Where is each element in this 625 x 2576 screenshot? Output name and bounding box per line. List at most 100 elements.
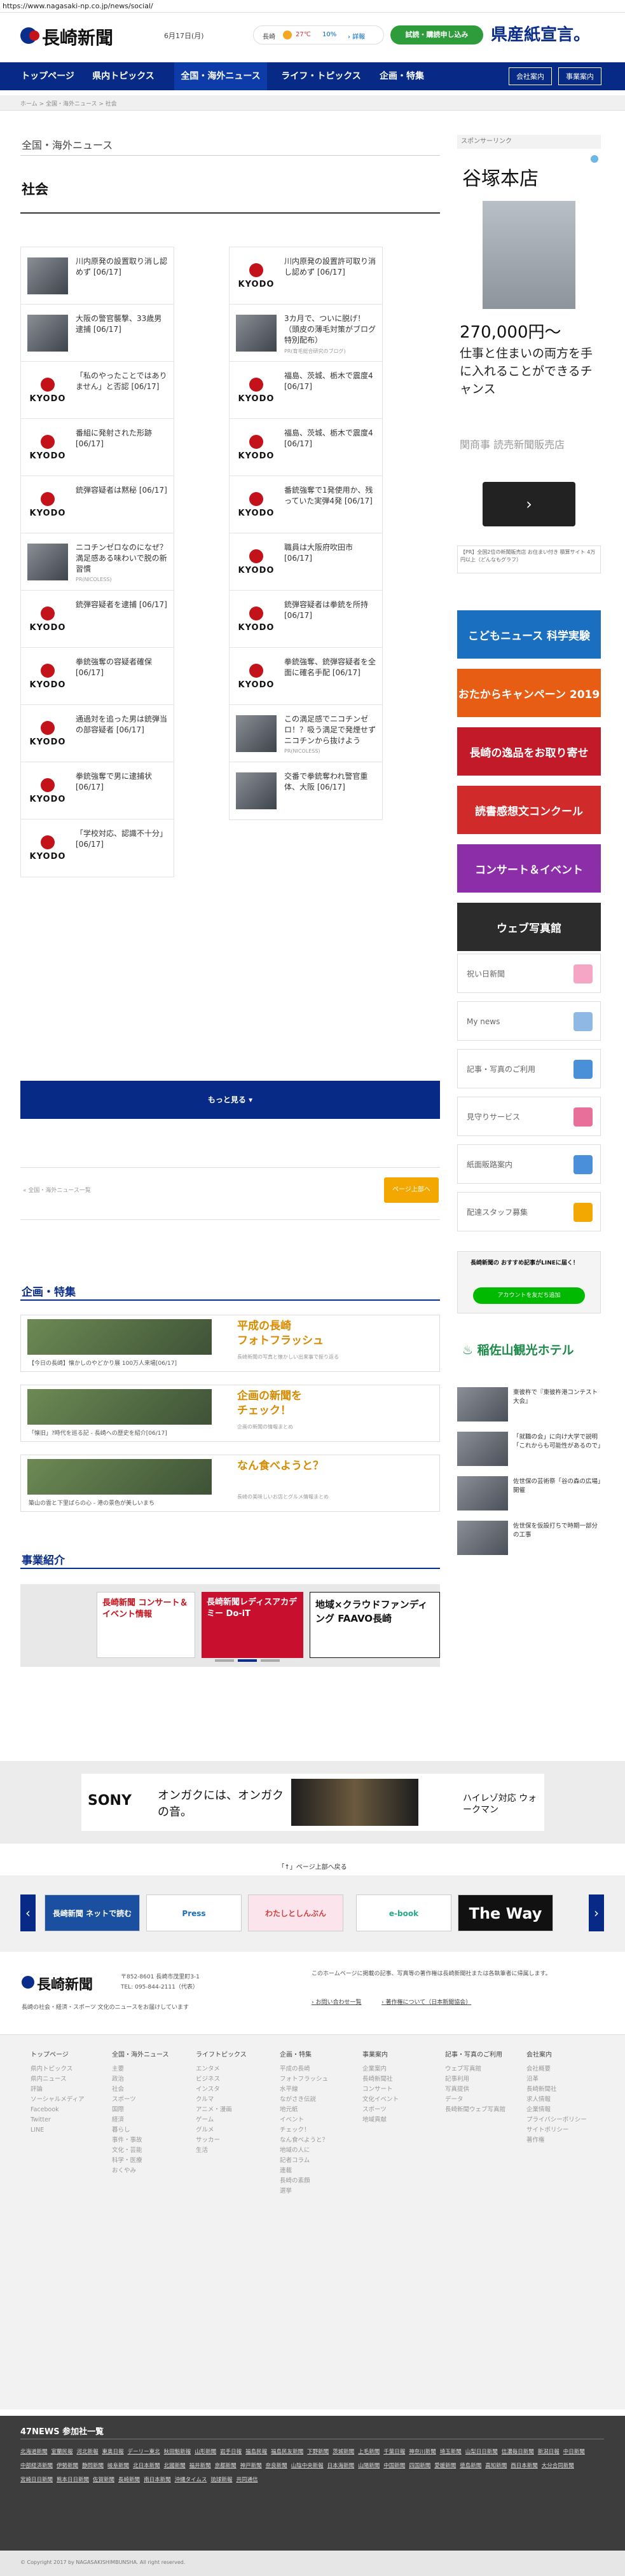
footer-link[interactable]: チェック！ [280,2125,359,2135]
press47-paper-link[interactable]: 岐阜新聞 [107,2459,129,2473]
footer-link[interactable]: 地域貢献 [362,2115,442,2125]
weather-widget[interactable]: 長崎 27℃ 10% › 詳報 [253,25,384,45]
carousel-dot-active[interactable] [238,1659,257,1662]
article-headline[interactable]: 拳銃強奪で男に逮捕状 [06/17] [76,771,168,793]
gnav-life-topics[interactable]: ライフ・トピックス [275,62,367,90]
footer-link[interactable]: コンサート [362,2085,442,2095]
article-card[interactable]: KYODO 銃弾容疑者は黙秘 [06/17] [20,476,174,534]
line-promo[interactable]: 長崎新聞の おすすめ記事がLINEに届く！ アカウントを友だち追加 [457,1251,601,1313]
line-add-friend-button[interactable]: アカウントを友だち追加 [473,1287,585,1304]
press47-paper-link[interactable]: 室蘭民報 [52,2445,73,2459]
gnav-national-news[interactable]: 全国・海外ニュース [174,62,267,90]
article-headline[interactable]: 番組に発射された形跡 [06/17] [76,428,168,449]
article-card[interactable]: KYODO 通過対を追った男は銃弾当の部容疑者 [06/17] [20,704,174,763]
sidebar-news-text[interactable]: 「就職の会」に向け大学で説明「これからも可能性があるので」 [513,1433,604,1451]
footer-column-heading[interactable]: 全国・海外ニュース [112,2050,191,2060]
business-carousel[interactable]: 長崎新聞 コンサート＆イベント情報 長崎新聞レディスアカデミー Do-iT 地域… [20,1584,440,1667]
article-card[interactable]: KYODO 番銃強奪で1発使用か、残っていた実弾4発 [06/17] [229,476,383,534]
feature-title[interactable]: なん食べようと？ [237,1459,324,1474]
footer-link[interactable]: ウェブ写真館 [445,2064,525,2074]
article-card[interactable]: KYODO 拳銃強奪、銃弾容疑者を全面に確名手配 [06/17] [229,647,383,706]
sidebar-news-text[interactable]: 東彼杵で『東彼杵港コンテスト大会』 [513,1388,601,1406]
sidebar-news-item[interactable]: 佐世保を仮設打ちで時期一部分の工事 [457,1519,601,1558]
footer-column-heading[interactable]: ライフトピックス [196,2050,275,2060]
footer-link[interactable]: スポーツ [112,2095,191,2105]
footer-link[interactable]: 著作権 [526,2135,606,2146]
press47-paper-link[interactable]: 西日本新聞 [511,2459,538,2473]
footer-link[interactable]: 地域の人に [280,2146,359,2156]
article-headline[interactable]: 福島、茨城、栃木で震度4 [06/17] [284,371,376,392]
press47-paper-link[interactable]: 沖縄タイムス [175,2473,207,2487]
press47-paper-link[interactable]: 上毛新聞 [358,2445,380,2459]
footer-link[interactable]: エンタメ [196,2064,275,2074]
sidebar-banner[interactable]: こどもニュース 科学実験 [457,610,601,659]
sidebar-banner[interactable]: コンサート＆イベント [457,844,601,893]
footer-column-heading[interactable]: 記事・写真のご利用 [445,2050,525,2060]
footer-link[interactable]: 事件・事故 [112,2135,191,2146]
article-card[interactable]: KYODO 銃弾容疑者を逮捕 [06/17] [20,590,174,648]
press47-paper-link[interactable]: 京都新聞 [215,2459,237,2473]
back-to-list-link[interactable]: « 全国・海外ニュース一覧 [23,1186,91,1194]
press47-paper-link[interactable]: 河北新報 [77,2445,99,2459]
footer-link[interactable]: クルマ [196,2095,275,2105]
press47-paper-link[interactable]: 中日新聞 [563,2445,585,2459]
footer-link[interactable]: おくやみ [112,2166,191,2176]
press47-paper-link[interactable]: デーリー東北 [128,2445,160,2459]
carousel-prev-button[interactable]: ‹ [20,1894,36,1931]
press47-paper-link[interactable]: 福井新聞 [189,2459,211,2473]
press47-paper-link[interactable]: 静岡新聞 [82,2459,104,2473]
bottom-banner-item[interactable]: The Way [458,1894,553,1931]
bottom-banner-item[interactable]: 長崎新聞 ネットで読む [45,1894,140,1931]
press47-paper-link[interactable]: 愛媛新聞 [434,2459,456,2473]
article-card[interactable]: KYODO 番組に発射された形跡 [06/17] [20,418,174,477]
press47-paper-link[interactable]: 佐賀新聞 [93,2473,114,2487]
press47-paper-link[interactable]: 宮崎日日新聞 [20,2473,53,2487]
bottom-banner-item[interactable]: Press [146,1894,242,1931]
footer-link[interactable]: 記者コラム [280,2156,359,2166]
bottom-banner-item[interactable]: e-book [356,1894,451,1931]
article-headline[interactable]: 銃弾容疑者は拳銃を所持 [06/17] [284,599,376,621]
gnav-features[interactable]: 企画・特集 [376,62,427,90]
sidebar-banner[interactable]: おたからキャンペーン 2019 [457,669,601,717]
press47-paper-link[interactable]: 山陰中央新報 [291,2459,324,2473]
footer-link[interactable]: 政治 [112,2074,191,2085]
press47-paper-link[interactable]: 神奈川新聞 [409,2445,436,2459]
press47-paper-link[interactable]: 秋田魁新報 [164,2445,191,2459]
footer-link[interactable]: サイトポリシー [526,2125,606,2135]
article-headline[interactable]: 福島、茨城、栃木で震度4 [06/17] [284,428,376,449]
footer-column-heading[interactable]: 事業案内 [362,2050,442,2060]
press47-paper-link[interactable]: 奈良新聞 [266,2459,287,2473]
ad-arrow-button[interactable]: › [483,482,575,526]
footer-link[interactable]: イベント [280,2115,359,2125]
footer-link[interactable]: 水平線 [280,2085,359,2095]
sony-ad[interactable]: SONY オンガクには、オンガクの音。 ハイレゾ対応 ウォークマン [81,1774,544,1831]
footer-link[interactable]: 長崎新聞社 [526,2085,606,2095]
site-logo[interactable]: 長崎新聞 [20,23,154,48]
press47-paper-link[interactable]: 大分合同新聞 [542,2459,574,2473]
footer-link[interactable]: プライバシーポリシー [526,2115,606,2125]
footer-link[interactable]: Twitter [31,2115,110,2125]
article-headline[interactable]: 職員は大阪府吹田市 [06/17] [284,542,376,564]
footer-link[interactable]: Facebook [31,2105,110,2115]
footer-link[interactable]: 県内ニュース [31,2074,110,2085]
footer-link[interactable]: データ [445,2095,525,2105]
article-card[interactable]: 大阪の警官襲撃、33歳男逮捕 [06/17] [20,304,174,362]
sidebar-banner[interactable]: 長崎の逸品をお取り寄せ [457,727,601,776]
press47-paper-link[interactable]: 琉球新報 [210,2473,232,2487]
press47-paper-link[interactable]: 埼玉新聞 [440,2445,462,2459]
carousel-dot[interactable] [215,1659,234,1662]
article-card[interactable]: KYODO 銃弾容疑者は拳銃を所持 [06/17] [229,590,383,648]
business-item-concert[interactable]: 長崎新聞 コンサート＆イベント情報 [97,1592,195,1658]
press47-paper-link[interactable]: 茨城新聞 [333,2445,354,2459]
footer-column-heading[interactable]: トップページ [31,2050,110,2060]
sidebar-banner[interactable]: 読書感想文コンクール [457,786,601,834]
feature-item[interactable]: 【今日の長崎】懐かしのやどかり展 100万人来場[06/17] 平成の長崎 フォト… [20,1315,440,1372]
more-button[interactable]: もっと見る ▾ [20,1081,440,1119]
feature-item[interactable]: 「懐旧」?時代を巡る記 - 長崎への歴史を紹介[06/17] 企画の新聞を チェッ… [20,1385,440,1442]
article-card[interactable]: KYODO 川内原発の設置許可取り消し認めず [06/17] [229,247,383,305]
footer-link[interactable]: 暮らし [112,2125,191,2135]
footer-column-heading[interactable]: 会社案内 [526,2050,606,2060]
sidebar-news-text[interactable]: 佐世保を仮設打ちで時期一部分の工事 [513,1522,601,1540]
carousel-dot[interactable] [261,1659,280,1662]
footer-link[interactable]: 記事利用 [445,2074,525,2085]
